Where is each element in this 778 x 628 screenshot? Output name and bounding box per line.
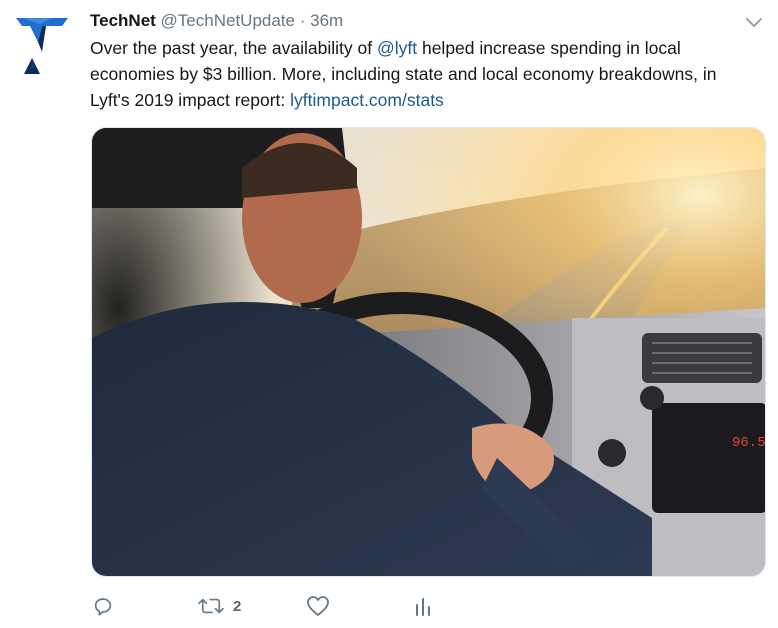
- tweet-timestamp[interactable]: 36m: [310, 11, 343, 30]
- tweet-card[interactable]: TechNet @TechNetUpdate · 36m Over the pa…: [0, 0, 778, 628]
- reply-icon: [94, 598, 112, 616]
- retweet-button[interactable]: 2: [198, 592, 241, 620]
- mention-link[interactable]: @lyft: [377, 38, 417, 58]
- author-handle[interactable]: @TechNetUpdate: [161, 11, 295, 30]
- reply-button[interactable]: [92, 592, 123, 620]
- author-name[interactable]: TechNet: [90, 11, 156, 30]
- tweet-text-part1: Over the past year, the availability of: [90, 38, 377, 58]
- retweet-icon: [198, 598, 224, 614]
- url-link[interactable]: lyftimpact.com/stats: [290, 90, 444, 110]
- tweet-media-photo[interactable]: 96.5: [91, 127, 766, 577]
- header-separator: ·: [299, 11, 306, 30]
- heart-icon: [307, 596, 329, 616]
- tweet-action-bar: 2: [0, 592, 778, 620]
- analytics-button[interactable]: [414, 592, 432, 620]
- radio-display-text: 96.5: [732, 435, 766, 451]
- tweet-header: TechNet @TechNetUpdate · 36m: [90, 10, 343, 32]
- photo-driver-steering-wheel: 96.5: [92, 128, 766, 576]
- chevron-down-icon[interactable]: [744, 16, 764, 30]
- tweet-text: Over the past year, the availability of …: [90, 35, 760, 113]
- like-button[interactable]: [306, 592, 339, 620]
- analytics-bars-icon: [416, 598, 430, 616]
- retweet-count: 2: [233, 597, 242, 615]
- technet-logo-avatar[interactable]: [12, 12, 72, 78]
